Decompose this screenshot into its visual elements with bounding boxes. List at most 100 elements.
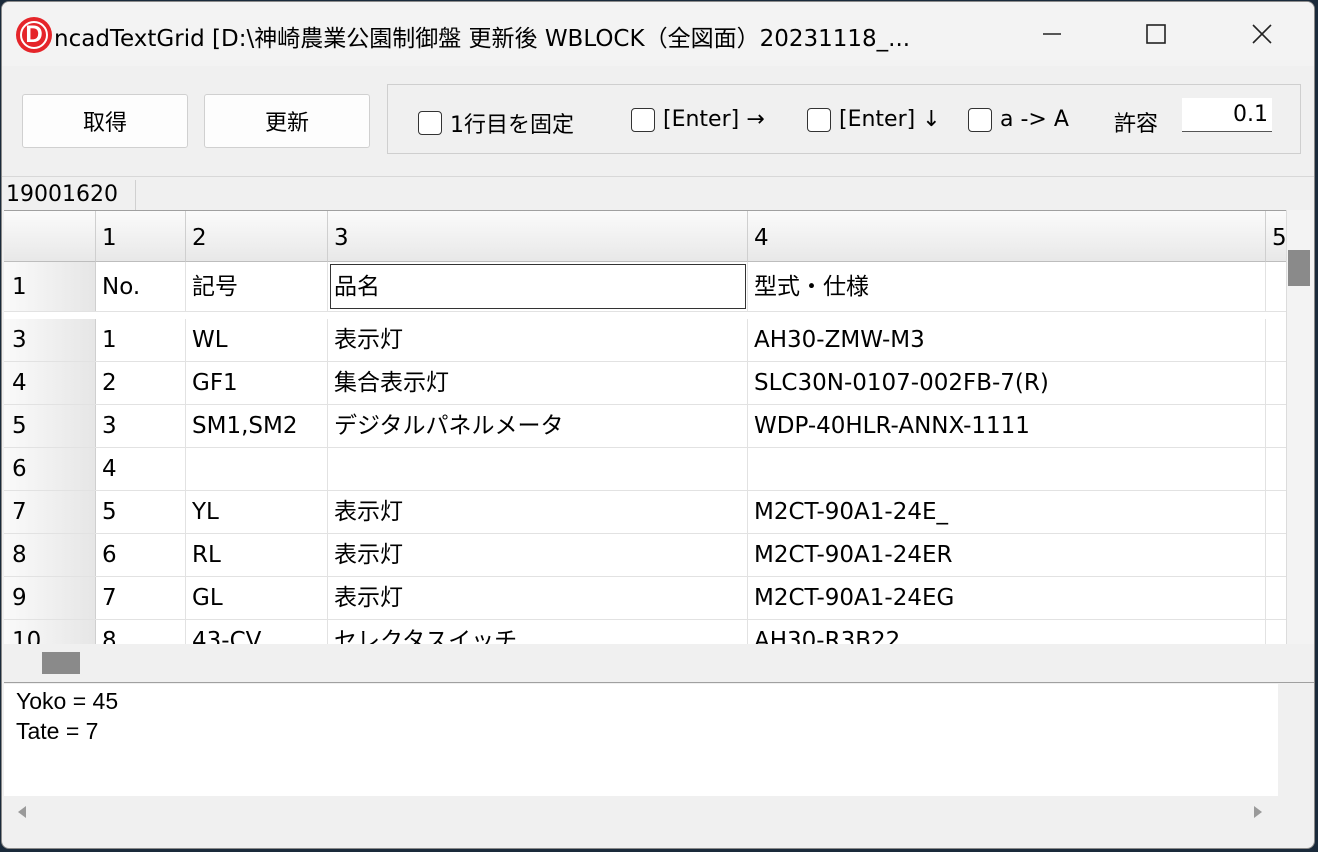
column-header[interactable]: 1 [96, 211, 186, 262]
row-header[interactable]: 10 [4, 620, 96, 645]
vertical-scroll-thumb[interactable] [1288, 250, 1310, 286]
app-window: D ncadTextGrid [D:\神崎農業公園制御盤 更新後 WBLOCK（… [1, 1, 1315, 849]
row-header[interactable]: 3 [4, 319, 96, 361]
grid-cell[interactable] [1266, 534, 1286, 576]
row-header[interactable]: 1 [4, 262, 96, 311]
grid-cell[interactable] [1266, 405, 1286, 447]
checkbox-box[interactable] [807, 107, 831, 132]
grid-cell[interactable] [186, 448, 328, 490]
table-row: 1 No. 記号 品名 型式・仕様 [4, 262, 1286, 312]
grid-cell[interactable]: 表示灯 [328, 577, 748, 619]
grid-cell[interactable]: 記号 [186, 262, 328, 311]
output-horizontal-scrollbar[interactable] [4, 796, 1278, 830]
close-icon [1252, 24, 1272, 44]
column-header[interactable]: 3 [328, 211, 748, 262]
output-line: Yoko = 45 [16, 688, 119, 714]
scroll-right-arrow-icon[interactable] [1254, 806, 1262, 818]
scroll-left-arrow-icon[interactable] [18, 806, 26, 818]
row-header[interactable]: 5 [4, 405, 96, 447]
grid-cell[interactable]: セレクタスイッチ [328, 620, 748, 645]
grid-cell[interactable]: 4 [96, 448, 186, 490]
grid-cell[interactable]: AH30-ZMW-M3 [748, 319, 1266, 361]
grid-cell[interactable]: 集合表示灯 [328, 362, 748, 404]
grid-cell[interactable]: GL [186, 577, 328, 619]
minimize-button[interactable] [1000, 2, 1104, 66]
fix-first-row-checkbox[interactable]: 1行目を固定 [418, 107, 574, 139]
horizontal-scroll-thumb[interactable] [42, 652, 80, 674]
grid-cell[interactable] [1266, 362, 1286, 404]
get-button[interactable]: 取得 [22, 94, 188, 148]
grid-cell[interactable]: WL [186, 319, 328, 361]
row-header[interactable]: 9 [4, 577, 96, 619]
grid-cell[interactable] [1266, 620, 1286, 645]
grid-cell[interactable]: GF1 [186, 362, 328, 404]
grid-cell[interactable] [1266, 319, 1286, 361]
grid-cell[interactable] [328, 448, 748, 490]
grid-cell[interactable]: 8 [96, 620, 186, 645]
grid-cell[interactable] [1266, 577, 1286, 619]
grid-cell[interactable]: 7 [96, 577, 186, 619]
grid-cell[interactable]: M2CT-90A1-24E_ [748, 491, 1266, 533]
text-grid[interactable]: 1 2 3 4 5 1 No. 記号 品名 型式・仕様 3 1 WL 表示灯 AH30-ZMW-M3 4 2 GF… [4, 210, 1286, 645]
grid-cell[interactable]: AH30-R3B22 [748, 620, 1266, 645]
maximize-button[interactable] [1104, 2, 1208, 66]
grid-cell[interactable]: 3 [96, 405, 186, 447]
table-row: 9 7 GL 表示灯 M2CT-90A1-24EG [4, 577, 1286, 620]
grid-cell[interactable]: RL [186, 534, 328, 576]
checkbox-label: [Enter] → [663, 107, 765, 132]
checkbox-box[interactable] [631, 107, 655, 132]
table-row: 64 [4, 448, 1286, 491]
tolerance-label: 許容 [1114, 112, 1159, 137]
table-row: 4 2 GF1 集合表示灯 SLC30N-0107-002FB-7(R) [4, 362, 1286, 405]
tolerance-input[interactable] [1182, 98, 1272, 132]
grid-cell[interactable]: 表示灯 [328, 534, 748, 576]
enter-down-checkbox[interactable]: [Enter] ↓ [807, 107, 941, 132]
column-header[interactable]: 5 [1266, 211, 1286, 262]
table-row: 10 8 43-CV セレクタスイッチ AH30-R3B22 [4, 620, 1286, 645]
enter-right-checkbox[interactable]: [Enter] → [631, 107, 765, 132]
case-convert-checkbox[interactable]: a -> A [968, 107, 1069, 132]
grid-cell[interactable]: 43-CV [186, 620, 328, 645]
row-header[interactable]: 6 [4, 448, 96, 490]
checkbox-label: 1行目を固定 [450, 113, 574, 138]
grid-cell[interactable]: WDP-40HLR-ANNX-1111 [748, 405, 1266, 447]
column-header[interactable]: 4 [748, 211, 1266, 262]
column-header[interactable]: 2 [186, 211, 328, 262]
table-row: 3 1 WL 表示灯 AH30-ZMW-M3 [4, 319, 1286, 362]
grid-cell[interactable]: 6 [96, 534, 186, 576]
grid-cell[interactable]: 5 [96, 491, 186, 533]
grid-cell[interactable]: SLC30N-0107-002FB-7(R) [748, 362, 1266, 404]
output-text-area[interactable]: Yoko = 45 Tate = 7 [4, 684, 1278, 796]
grid-cell[interactable]: 2 [96, 362, 186, 404]
checkbox-box[interactable] [968, 107, 992, 132]
grid-cell[interactable] [748, 448, 1266, 490]
grid-cell[interactable] [1266, 491, 1286, 533]
grid-cell[interactable] [1266, 448, 1286, 490]
checkbox-box[interactable] [418, 111, 442, 135]
grid-cell[interactable] [1266, 262, 1286, 311]
grid-cell[interactable]: デジタルパネルメータ [328, 405, 748, 447]
grid-cell[interactable]: YL [186, 491, 328, 533]
row-header[interactable]: 4 [4, 362, 96, 404]
grid-cell[interactable]: SM1,SM2 [186, 405, 328, 447]
grid-cell[interactable]: No. [96, 262, 186, 311]
horizontal-scrollbar[interactable] [4, 644, 1314, 683]
row-header[interactable]: 8 [4, 534, 96, 576]
grid-cell[interactable]: 表示灯 [328, 491, 748, 533]
title-bar[interactable]: D ncadTextGrid [D:\神崎農業公園制御盤 更新後 WBLOCK（… [2, 2, 1314, 66]
close-button[interactable] [1210, 2, 1314, 66]
grid-cell[interactable]: 品名 [328, 262, 748, 311]
output-line: Tate = 7 [16, 718, 99, 744]
row-header[interactable]: 7 [4, 491, 96, 533]
cell-ref-bar [2, 176, 1314, 211]
checkbox-label: a -> A [1000, 107, 1069, 132]
grid-cell[interactable]: 表示灯 [328, 319, 748, 361]
grid-corner-header[interactable] [4, 211, 96, 262]
cell-ref-field[interactable]: 19001620 [4, 180, 136, 210]
checkbox-label: [Enter] ↓ [839, 107, 941, 132]
grid-cell[interactable]: 1 [96, 319, 186, 361]
update-button[interactable]: 更新 [204, 94, 370, 148]
grid-cell[interactable]: M2CT-90A1-24ER [748, 534, 1266, 576]
grid-cell[interactable]: M2CT-90A1-24EG [748, 577, 1266, 619]
grid-cell[interactable]: 型式・仕様 [748, 262, 1266, 311]
